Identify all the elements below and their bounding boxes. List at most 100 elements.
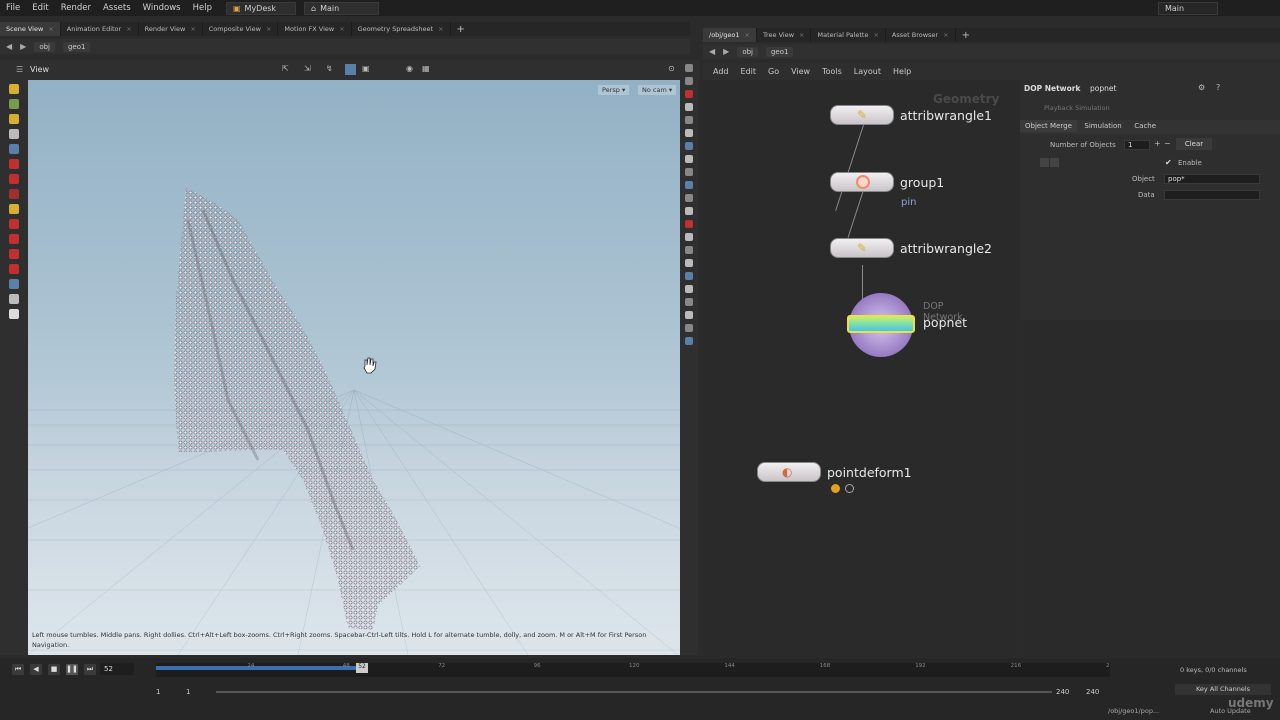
- ghost-icon[interactable]: [685, 116, 693, 124]
- close-icon[interactable]: ×: [873, 31, 878, 39]
- forward-arrow-icon[interactable]: ▶: [20, 42, 26, 51]
- close-icon[interactable]: ×: [799, 31, 804, 39]
- forward-arrow-icon[interactable]: ▶: [723, 47, 729, 56]
- light-icon[interactable]: [685, 259, 693, 267]
- grid-icon[interactable]: [685, 272, 693, 280]
- range-slider[interactable]: [216, 691, 1052, 693]
- close-icon[interactable]: ×: [126, 25, 131, 33]
- desktop-dropdown[interactable]: ▣ MyDesk: [225, 1, 296, 15]
- tab-animation-editor[interactable]: Animation Editor ×: [61, 22, 139, 36]
- timeline-track[interactable]: 24 48 72 96 120 144 168 192 216 2 52: [156, 663, 1110, 677]
- plus-icon[interactable]: +: [1154, 139, 1161, 148]
- tab-geometry-spreadsheet[interactable]: Geometry Spreadsheet ×: [352, 22, 451, 36]
- network-menu-view[interactable]: View: [791, 67, 810, 76]
- range-end2-field[interactable]: 240: [1086, 688, 1099, 696]
- magnet-tool-icon[interactable]: [9, 249, 19, 259]
- node-attribwrangle1[interactable]: ✎ attribwrangle1: [830, 105, 992, 125]
- enable-checkbox[interactable]: ✔: [1165, 158, 1172, 167]
- add-tab-icon[interactable]: +: [451, 22, 471, 36]
- close-icon[interactable]: ×: [943, 31, 948, 39]
- close-icon[interactable]: ×: [48, 25, 53, 33]
- shading-icon[interactable]: [685, 77, 693, 85]
- select-tool-icon[interactable]: [9, 84, 19, 94]
- menu-help[interactable]: Help: [187, 3, 218, 13]
- flipbook-icon[interactable]: [685, 324, 693, 332]
- network-menu-layout[interactable]: Layout: [854, 67, 881, 76]
- close-icon[interactable]: ×: [190, 25, 195, 33]
- breadcrumb-geo1[interactable]: geo1: [62, 41, 91, 52]
- view-tool-icon[interactable]: [9, 219, 19, 229]
- render-icon[interactable]: ▦: [422, 64, 430, 73]
- tab-cache[interactable]: Cache: [1129, 120, 1161, 132]
- key-all-channels-button[interactable]: Key All Channels: [1175, 684, 1271, 695]
- tab-tree-view[interactable]: Tree View ×: [757, 28, 812, 42]
- fog-icon[interactable]: [685, 311, 693, 319]
- snap-point-icon[interactable]: ↯: [326, 64, 333, 73]
- clear-button[interactable]: Clear: [1176, 138, 1212, 150]
- close-icon[interactable]: ×: [745, 31, 750, 39]
- network-menu-edit[interactable]: Edit: [741, 67, 757, 76]
- record-icon[interactable]: [685, 90, 693, 98]
- back-arrow-icon[interactable]: ◀: [6, 42, 12, 51]
- range-start-field[interactable]: 1: [156, 688, 160, 696]
- scene-viewport[interactable]: Persp ▾ No cam ▾ Left mouse tumbles. Mid…: [28, 80, 680, 655]
- step-back-icon[interactable]: ◀: [30, 664, 42, 675]
- insert-multiparm-icon[interactable]: [1050, 158, 1059, 167]
- breadcrumb-geo1[interactable]: geo1: [765, 46, 794, 57]
- breadcrumb-obj[interactable]: obj: [34, 41, 55, 52]
- tab-asset-browser[interactable]: Asset Browser ×: [886, 28, 956, 42]
- paint-tool-icon[interactable]: [9, 204, 19, 214]
- data-field[interactable]: [1164, 190, 1260, 200]
- lock-icon[interactable]: [685, 103, 693, 111]
- range-start2-field[interactable]: 1: [186, 688, 190, 696]
- network-menu-add[interactable]: Add: [713, 67, 729, 76]
- brush-tool-icon[interactable]: [9, 189, 19, 199]
- viewport-settings-icon[interactable]: ⊙: [668, 64, 675, 73]
- vertex-icon[interactable]: [685, 194, 693, 202]
- dot-icon[interactable]: [685, 220, 693, 228]
- menu-assets[interactable]: Assets: [97, 3, 137, 13]
- menu-render[interactable]: Render: [55, 3, 97, 13]
- tab-object-merge[interactable]: Object Merge: [1020, 120, 1077, 132]
- snap-grid-icon[interactable]: ⇲: [304, 64, 311, 73]
- menu-edit[interactable]: Edit: [26, 3, 54, 13]
- node-group1[interactable]: group1: [830, 172, 944, 192]
- camera-tool-icon[interactable]: [9, 234, 19, 244]
- timeline-marker[interactable]: 52: [356, 663, 369, 673]
- background-icon[interactable]: [685, 285, 693, 293]
- rotate-tool-icon[interactable]: [9, 114, 19, 124]
- node-pointdeform1[interactable]: ◐ pointdeform1: [757, 462, 912, 482]
- tab-network-geo1[interactable]: /obj/geo1 ×: [703, 28, 757, 42]
- snap-tool-icon[interactable]: [9, 264, 19, 274]
- remove-multiparm-icon[interactable]: [1040, 158, 1049, 167]
- render-region-icon[interactable]: [685, 337, 693, 345]
- menu-file[interactable]: File: [0, 3, 26, 13]
- right-main-dropdown[interactable]: Main: [1158, 1, 1218, 15]
- close-icon[interactable]: ×: [339, 25, 344, 33]
- snap-icon[interactable]: ⇱: [282, 64, 289, 73]
- viewport-menu-icon[interactable]: ☰: [16, 65, 23, 74]
- network-menu-go[interactable]: Go: [768, 67, 779, 76]
- menu-windows[interactable]: Windows: [137, 3, 187, 13]
- tab-material-palette[interactable]: Material Palette ×: [811, 28, 886, 42]
- camera-icon[interactable]: ◉: [406, 64, 413, 73]
- pointer-tool-icon[interactable]: [9, 129, 19, 139]
- tab-composite-view[interactable]: Composite View ×: [203, 22, 279, 36]
- network-editor[interactable]: Geometry ✎ attribwrangle1 group1 pin ✎ a…: [703, 80, 1018, 655]
- camera-menu[interactable]: No cam ▾: [638, 85, 677, 95]
- lock-tool-icon[interactable]: [9, 144, 19, 154]
- range-end-field[interactable]: 240: [1056, 688, 1069, 696]
- node-attribwrangle2[interactable]: ✎ attribwrangle2: [830, 238, 992, 258]
- current-frame-field[interactable]: 52: [100, 663, 134, 675]
- back-arrow-icon[interactable]: ◀: [709, 47, 715, 56]
- edge-icon[interactable]: [685, 207, 693, 215]
- network-menu-help[interactable]: Help: [893, 67, 911, 76]
- help-icon[interactable]: ?: [1216, 83, 1220, 92]
- tab-render-view[interactable]: Render View ×: [139, 22, 203, 36]
- breadcrumb-obj[interactable]: obj: [737, 46, 758, 57]
- gear-icon[interactable]: ⚙: [1198, 83, 1205, 92]
- tab-motion-fx-view[interactable]: Motion FX View ×: [278, 22, 352, 36]
- wire-icon[interactable]: [685, 142, 693, 150]
- pen-icon[interactable]: [685, 233, 693, 241]
- orbit-tool-icon[interactable]: [9, 279, 19, 289]
